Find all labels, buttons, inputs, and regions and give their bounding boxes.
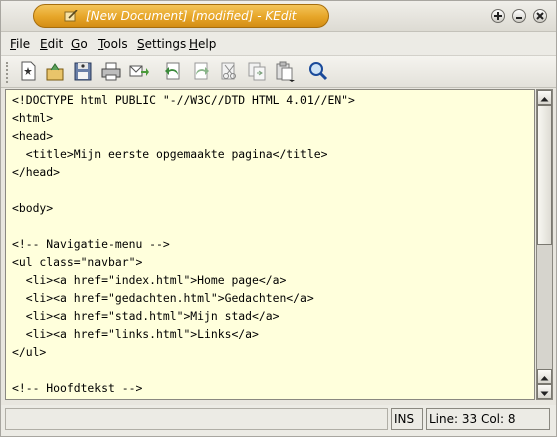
main-toolbar	[1, 56, 556, 88]
menu-tools[interactable]: Tools	[98, 37, 128, 51]
scroll-up-button[interactable]	[537, 90, 552, 105]
code-line: <!-- Navigatie-menu -->	[12, 237, 170, 251]
arrow-down-icon	[540, 391, 549, 396]
close-button[interactable]	[533, 9, 547, 23]
menu-settings[interactable]: Settings	[137, 37, 186, 51]
menu-help[interactable]: Help	[189, 37, 216, 51]
toolbar-grip[interactable]	[6, 62, 14, 83]
menu-bar: File Edit Go Tools Settings Help	[1, 32, 556, 56]
vertical-scrollbar[interactable]	[536, 89, 553, 400]
code-line: <body>	[12, 201, 54, 215]
text-editor[interactable]: <!DOCTYPE html PUBLIC "-//W3C//DTD HTML …	[5, 89, 535, 400]
print-button[interactable]	[100, 60, 122, 82]
undo-icon	[165, 62, 180, 80]
insert-mode-indicator[interactable]: INS	[391, 408, 423, 430]
new-icon	[21, 61, 36, 81]
status-message-area	[5, 408, 388, 430]
mail-icon	[129, 65, 149, 77]
find-button[interactable]	[306, 60, 328, 82]
code-line: <title>Mijn eerste opgemaakte pagina</ti…	[12, 147, 328, 161]
save-button[interactable]	[72, 60, 94, 82]
sticky-icon	[494, 12, 502, 20]
code-line: <!DOCTYPE html PUBLIC "-//W3C//DTD HTML …	[12, 93, 355, 107]
title-bar[interactable]: [New Document] [modified] - KEdit	[1, 1, 556, 32]
cut-button[interactable]	[218, 60, 240, 82]
code-line: <li><a href="links.html">Links</a>	[12, 327, 259, 341]
window-title: [New Document] [modified] - KEdit	[86, 9, 297, 23]
print-icon	[101, 62, 121, 81]
title-pill: [New Document] [modified] - KEdit	[33, 4, 329, 28]
status-bar: INS Line: 33 Col: 8	[1, 405, 556, 436]
open-icon	[46, 63, 64, 81]
close-icon	[536, 12, 544, 20]
menu-edit[interactable]: Edit	[40, 37, 63, 51]
minimize-button[interactable]	[512, 9, 526, 23]
code-line: <li><a href="stad.html">Mijn stad</a>	[12, 309, 280, 323]
code-line: </head>	[12, 165, 61, 179]
mail-button[interactable]	[128, 60, 150, 82]
open-button[interactable]	[44, 60, 66, 82]
cursor-position: Line: 33 Col: 8	[426, 408, 550, 430]
redo-button[interactable]	[190, 60, 212, 82]
code-line: <li><a href="gedachten.html">Gedachten</…	[12, 291, 314, 305]
undo-button[interactable]	[162, 60, 184, 82]
code-line: <!-- Hoofdtekst -->	[12, 381, 143, 395]
new-button[interactable]	[17, 60, 39, 82]
find-icon	[309, 62, 328, 81]
code-line: <head>	[12, 129, 54, 143]
kedit-window: [New Document] [modified] - KEdit File E…	[0, 0, 557, 437]
scroll-thumb[interactable]	[537, 105, 552, 245]
paste-button[interactable]	[274, 60, 296, 82]
menu-file[interactable]: File	[10, 37, 30, 51]
code-line: <html>	[12, 111, 54, 125]
redo-icon	[194, 62, 209, 80]
save-icon	[74, 62, 92, 81]
code-line: <ul class="navbar">	[12, 255, 143, 269]
scroll-up-button-lower[interactable]	[537, 369, 552, 384]
menu-go[interactable]: Go	[71, 37, 88, 51]
copy-button[interactable]	[246, 60, 268, 82]
code-line: </ul>	[12, 345, 47, 359]
scroll-down-button[interactable]	[537, 384, 552, 399]
edit-document-icon	[64, 10, 78, 22]
code-line: <li><a href="index.html">Home page</a>	[12, 273, 287, 287]
sticky-button[interactable]	[491, 9, 505, 23]
cut-icon	[221, 62, 236, 80]
paste-icon	[276, 61, 295, 82]
minimize-icon	[516, 17, 522, 19]
copy-icon	[248, 62, 266, 81]
